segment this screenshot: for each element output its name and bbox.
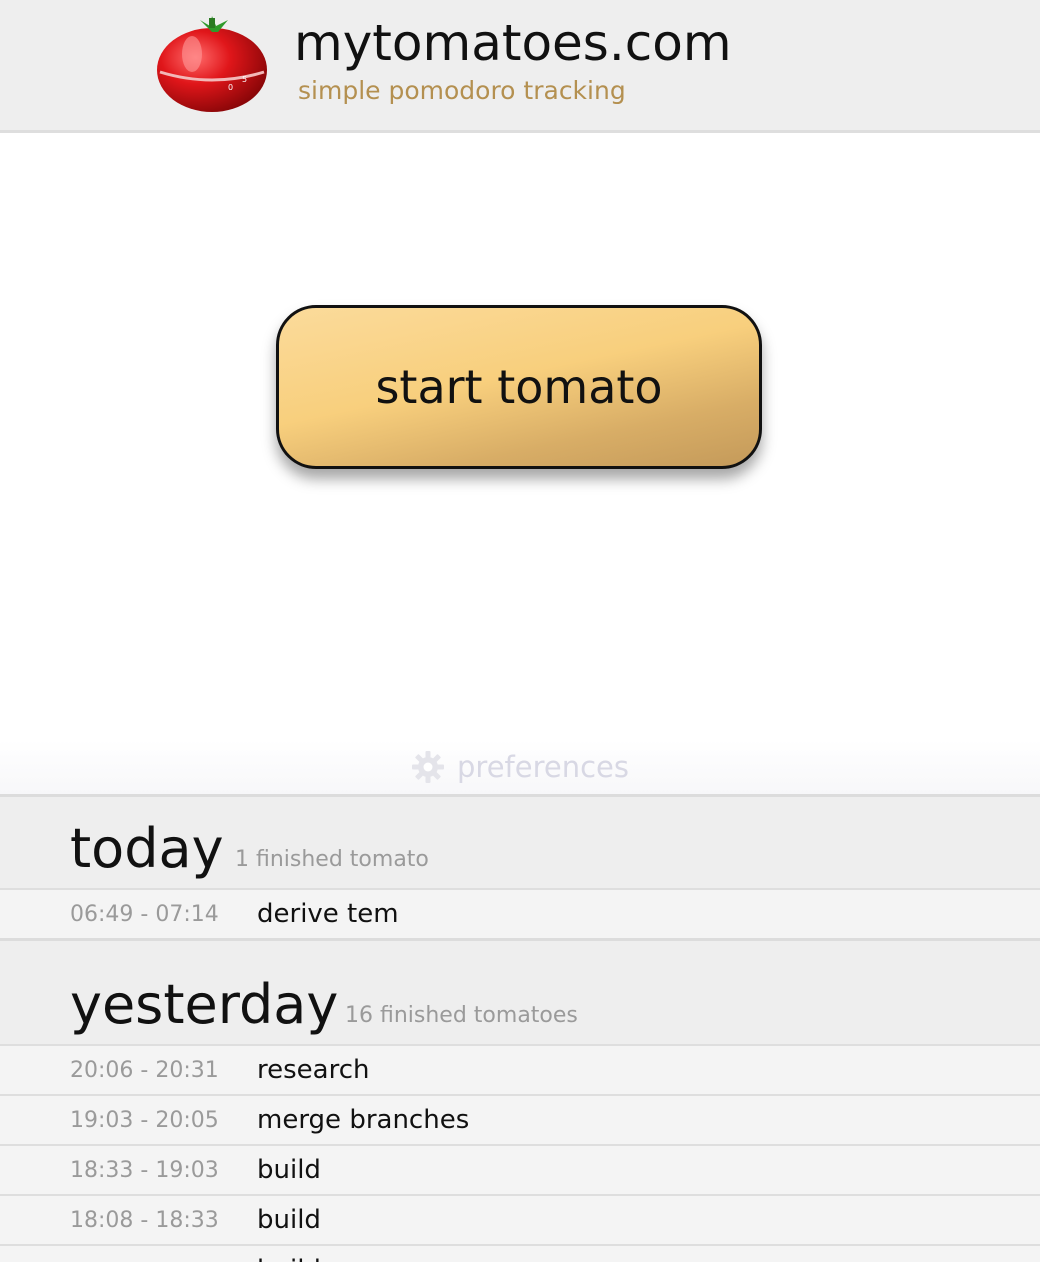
- site-tagline: simple pomodoro tracking: [298, 76, 626, 105]
- tomato-task: merge branches: [257, 1105, 470, 1135]
- yesterday-header: yesterday 16 finished tomatoes: [0, 938, 1040, 1047]
- tomato-task: derive tem: [257, 899, 399, 929]
- today-title: today: [70, 817, 224, 880]
- site-header: 5 0 mytomatoes.com simple pomodoro track…: [0, 0, 1040, 133]
- tomato-row: build: [0, 1244, 1040, 1262]
- tomato-task: build: [257, 1254, 321, 1262]
- tomato-row: 18:08 - 18:33 build: [0, 1194, 1040, 1244]
- tomato-row: 18:33 - 19:03 build: [0, 1144, 1040, 1194]
- tomato-time: 19:03 - 20:05: [70, 1108, 219, 1133]
- tomato-row: 06:49 - 07:14 derive tem: [0, 888, 1040, 938]
- yesterday-count: 16 finished tomatoes: [345, 1003, 578, 1028]
- svg-text:5: 5: [242, 75, 247, 84]
- svg-text:0: 0: [228, 83, 233, 92]
- tomato-row: 19:03 - 20:05 merge branches: [0, 1094, 1040, 1144]
- today-header: today 1 finished tomato: [0, 794, 1040, 891]
- gear-icon: [412, 751, 444, 783]
- tomato-task: build: [257, 1155, 321, 1185]
- tomato-task: research: [257, 1055, 370, 1085]
- tomato-task: build: [257, 1205, 321, 1235]
- tomato-time: 06:49 - 07:14: [70, 902, 219, 927]
- tomato-timer-icon[interactable]: 5 0: [154, 14, 270, 114]
- start-tomato-button[interactable]: start tomato: [276, 305, 762, 469]
- site-title[interactable]: mytomatoes.com: [294, 10, 732, 76]
- yesterday-title: yesterday: [70, 973, 339, 1036]
- tomato-time: 18:08 - 18:33: [70, 1208, 219, 1233]
- tomato-time: 18:33 - 19:03: [70, 1158, 219, 1183]
- tomato-time: 20:06 - 20:31: [70, 1058, 219, 1083]
- preferences-toggle[interactable]: preferences: [0, 740, 1040, 794]
- tomato-row: 20:06 - 20:31 research: [0, 1044, 1040, 1094]
- preferences-label: preferences: [457, 750, 629, 784]
- today-count: 1 finished tomato: [235, 847, 429, 872]
